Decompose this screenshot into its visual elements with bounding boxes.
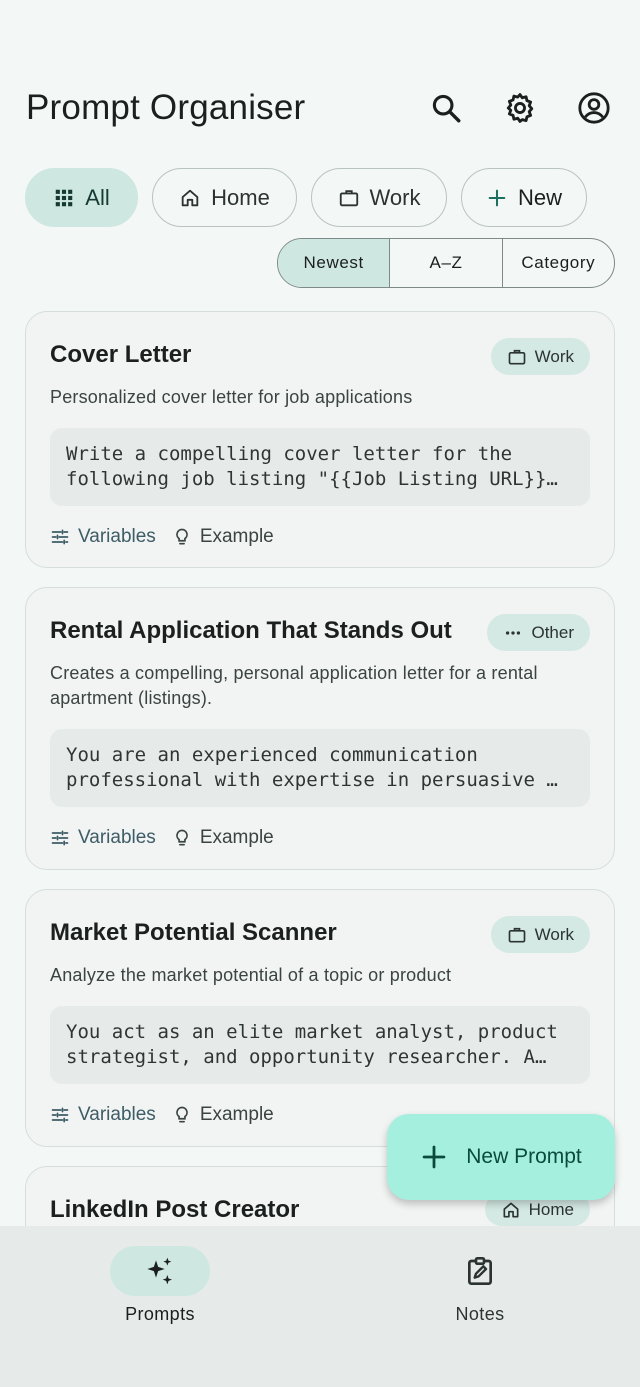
nav-indicator: [430, 1246, 530, 1296]
home-icon: [181, 189, 199, 206]
chip-work[interactable]: Work: [311, 168, 447, 227]
lightbulb-icon: [175, 528, 188, 545]
nav-notes[interactable]: Notes: [320, 1226, 640, 1387]
chip-label: Work: [369, 184, 421, 210]
prompt-preview: You are an experienced communication pro…: [50, 729, 590, 807]
sort-az[interactable]: A–Z: [390, 239, 503, 287]
variables-button[interactable]: Variables: [50, 1104, 156, 1126]
sort-category[interactable]: Category: [503, 239, 614, 287]
search-icon: [432, 94, 461, 123]
more-horizontal-icon: [506, 630, 521, 635]
card-title: LinkedIn Post Creator: [50, 1196, 300, 1223]
chip-label: All: [85, 184, 110, 210]
card-title: Cover Letter: [50, 341, 192, 368]
bottom-navigation: Prompts Notes: [0, 1226, 640, 1387]
sparkle-icon: [147, 1257, 172, 1285]
grid-icon: [56, 189, 73, 206]
search-button[interactable]: [426, 88, 466, 128]
lightbulb-icon: [175, 829, 188, 846]
prompt-line: following job listing "{{Job Listing URL…: [66, 468, 558, 490]
chip-all[interactable]: All: [25, 168, 138, 227]
category-filter-chips: All Home Work New: [25, 168, 587, 227]
fab-label: New Prompt: [466, 1145, 582, 1168]
card-title: Market Potential Scanner: [50, 919, 337, 946]
prompt-card[interactable]: Rental Application That Stands Out Other…: [25, 587, 615, 870]
nav-indicator: [110, 1246, 210, 1296]
briefcase-icon: [508, 927, 525, 942]
category-badge: Work: [490, 338, 590, 375]
prompt-line: You are an experienced communication: [66, 744, 478, 766]
settings-button[interactable]: [500, 88, 540, 128]
nav-prompts[interactable]: Prompts: [0, 1226, 320, 1387]
prompt-line: You act as an elite market analyst, prod…: [66, 1021, 558, 1043]
chip-home[interactable]: Home: [152, 168, 297, 227]
briefcase-icon: [339, 189, 358, 206]
chip-label: Home: [211, 184, 270, 210]
tune-icon: [51, 830, 69, 846]
account-circle-icon: [578, 92, 610, 124]
variables-label: Variables: [78, 526, 156, 547]
example-button[interactable]: Example: [172, 827, 274, 849]
home-icon: [503, 1202, 519, 1217]
clipboard-edit-icon: [468, 1257, 492, 1285]
lightbulb-icon: [175, 1106, 188, 1123]
plus-icon: [422, 1145, 446, 1169]
card-title: Rental Application That Stands Out: [50, 617, 452, 644]
tune-icon: [51, 1107, 69, 1123]
prompt-line: Write a compelling cover letter for the: [66, 443, 513, 465]
prompt-preview: You act as an elite market analyst, prod…: [50, 1006, 590, 1084]
badge-label: Work: [534, 346, 574, 366]
app-header: Prompt Organiser: [0, 70, 640, 146]
prompt-card[interactable]: Market Potential Scanner Work Analyze th…: [25, 889, 615, 1147]
prompt-preview: Write a compelling cover letter for the …: [50, 428, 590, 506]
prompt-card[interactable]: Cover Letter Work Personalized cover let…: [25, 311, 615, 568]
example-label: Example: [199, 1104, 274, 1125]
example-label: Example: [199, 526, 274, 547]
card-description: Analyze the market potential of a topic …: [50, 965, 452, 985]
chip-label: New: [517, 184, 562, 210]
variables-label: Variables: [78, 827, 156, 848]
variables-button[interactable]: Variables: [50, 526, 156, 548]
badge-label: Other: [531, 622, 574, 642]
example-button[interactable]: Example: [172, 526, 274, 548]
new-prompt-fab[interactable]: New Prompt: [387, 1114, 615, 1200]
variables-label: Variables: [78, 1104, 156, 1125]
plus-icon: [488, 189, 506, 206]
variables-button[interactable]: Variables: [50, 827, 156, 849]
sort-segmented-control: Newest A–Z Category: [277, 238, 615, 288]
gear-icon: [506, 93, 534, 123]
page-title: Prompt Organiser: [26, 88, 306, 127]
briefcase-icon: [508, 349, 525, 364]
badge-label: Work: [534, 924, 574, 944]
chip-new[interactable]: New: [461, 168, 587, 227]
nav-label: Notes: [455, 1304, 505, 1324]
account-button[interactable]: [574, 88, 614, 128]
badge-label: Home: [528, 1199, 574, 1219]
prompt-line: strategist, and opportunity researcher. …: [66, 1046, 547, 1068]
card-description: Creates a compelling, personal applicati…: [50, 663, 538, 708]
example-label: Example: [199, 827, 274, 848]
example-button[interactable]: Example: [172, 1104, 274, 1126]
card-description: Personalized cover letter for job applic…: [50, 387, 413, 407]
category-badge: Other: [487, 614, 590, 651]
category-badge: Work: [490, 916, 590, 953]
nav-label: Prompts: [125, 1304, 195, 1324]
sort-newest[interactable]: Newest: [278, 239, 391, 287]
prompt-line: professional with expertise in persuasiv…: [66, 769, 558, 791]
tune-icon: [51, 529, 69, 545]
